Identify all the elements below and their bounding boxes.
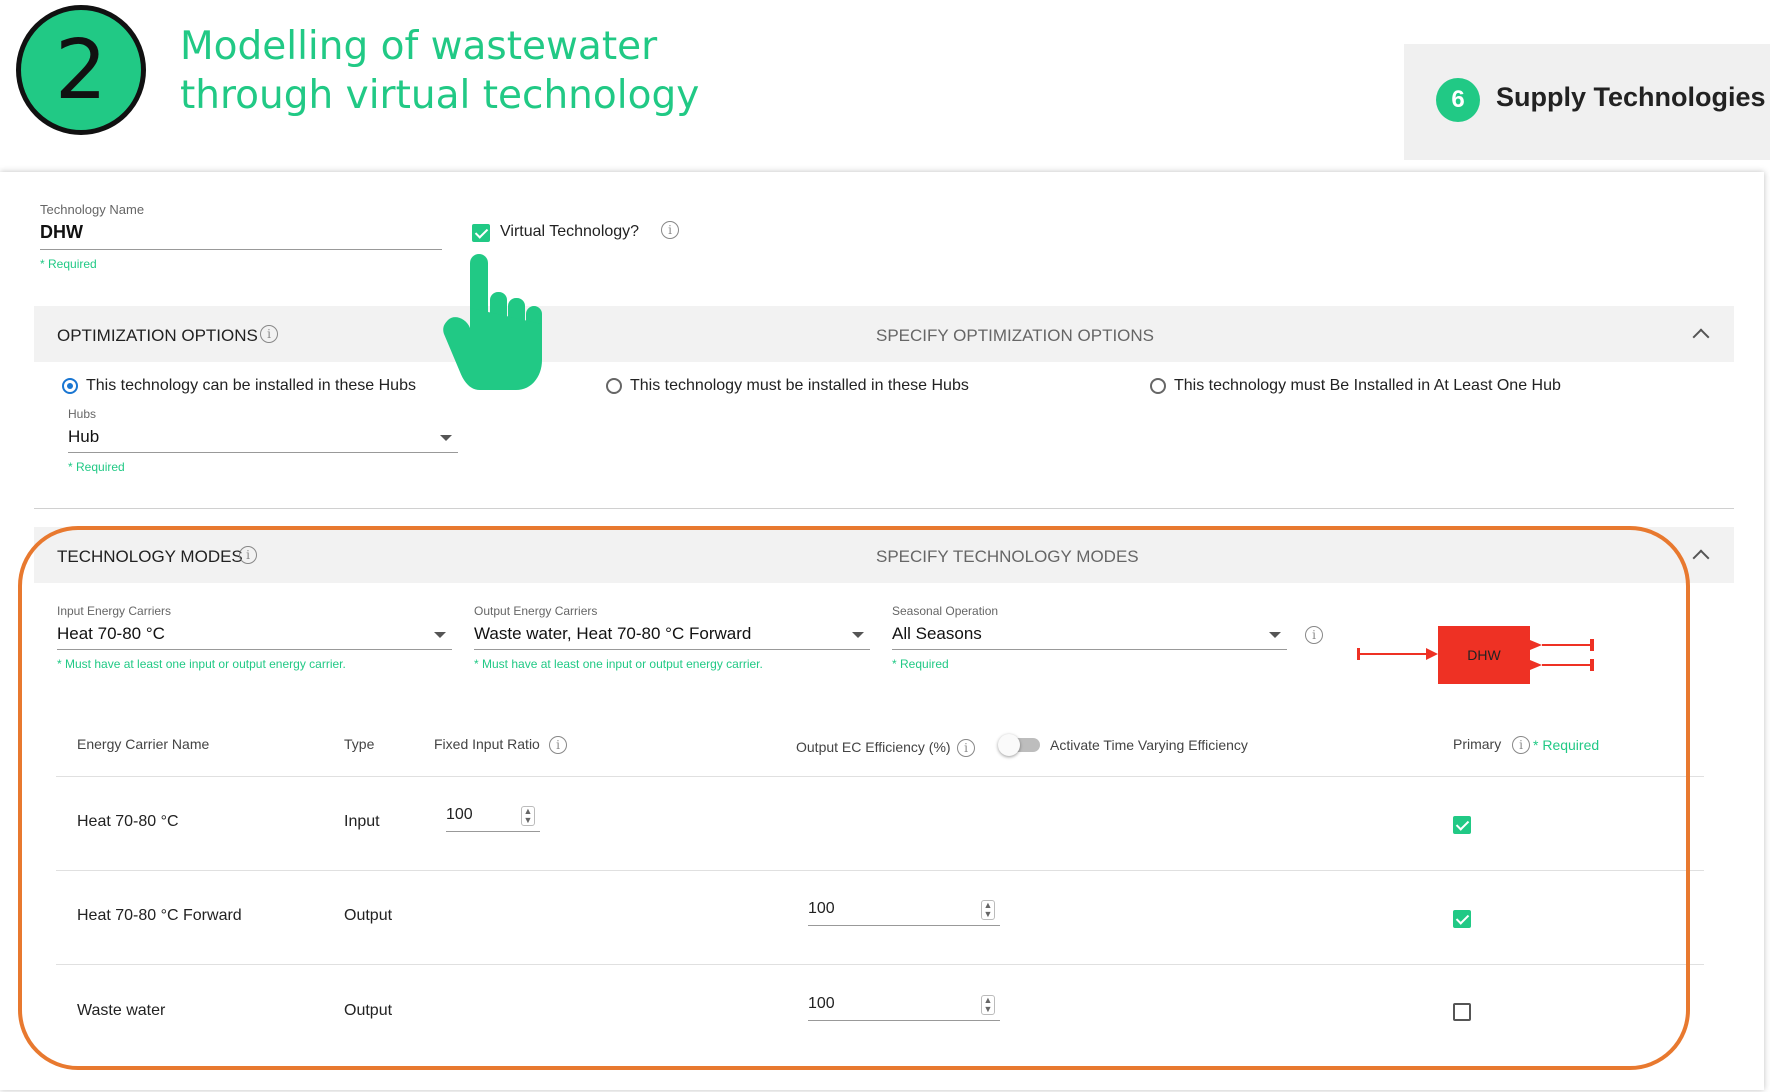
technology-name-label: Technology Name [40,202,145,217]
banner-title-line2: through virtual technology [180,73,700,118]
virtual-technology-info-icon[interactable]: i [661,221,679,239]
hubs-label: Hubs [68,407,97,421]
banner-title: Modelling of wastewater through virtual … [180,22,699,120]
section-number-badge: 6 [1436,78,1480,122]
technology-name-underline [40,249,442,250]
radio-label-must-install-in-hubs: This technology must be installed in the… [630,377,969,394]
radio-label-at-least-one-hub: This technology must Be Installed in At … [1174,377,1561,394]
optimization-divider [34,508,1734,509]
technology-name-input[interactable]: DHW [40,222,83,243]
optimization-options-subtitle: SPECIFY OPTIMIZATION OPTIONS [876,326,1155,345]
banner-title-line1: Modelling of wastewater [180,24,658,69]
step-number-badge: 2 [16,5,146,135]
radio-at-least-one-hub[interactable] [1150,378,1166,394]
step-number: 2 [54,22,108,118]
technology-name-required: * Required [40,257,97,271]
radio-must-install-in-hubs[interactable] [606,378,622,394]
technology-modes-highlight [18,526,1690,1070]
hand-pointer-icon [443,254,542,390]
virtual-technology-checkbox[interactable] [472,224,490,242]
hubs-underline [68,452,458,453]
section-label: Supply Technologies [1496,82,1766,112]
chevron-down-icon[interactable] [440,435,452,441]
hubs-select[interactable]: Hub [68,427,99,447]
radio-installed-in-hubs[interactable] [62,378,78,394]
optimization-options-title: OPTIMIZATION OPTIONS [57,326,258,345]
hubs-required: * Required [68,460,125,474]
optimization-info-icon[interactable]: i [260,325,278,343]
radio-label-installed-in-hubs: This technology can be installed in thes… [86,377,416,394]
virtual-technology-label: Virtual Technology? [500,223,640,240]
